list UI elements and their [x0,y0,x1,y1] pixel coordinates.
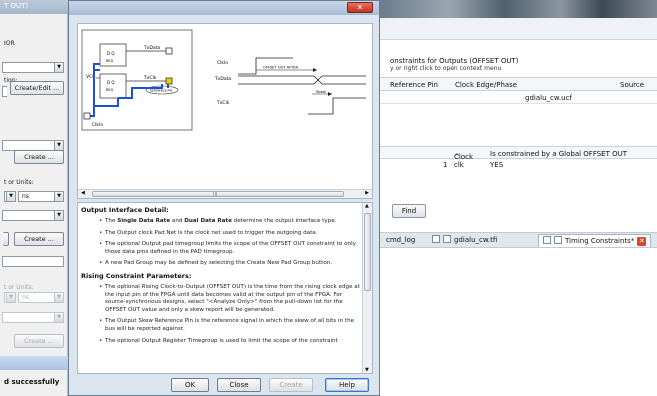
txdata-pin-label: TxData [143,45,160,51]
reg-label: REG [106,88,114,92]
svg-text:D Q: D Q [107,80,115,85]
close-icon[interactable]: ✕ [637,237,647,246]
field-label: IOR [4,40,15,47]
dialog-title-bar: ✕ [69,1,379,15]
wave-txdata-label: TxData [214,76,231,82]
offset-out-row[interactable]: gdialu_cw.ucf [380,91,657,104]
find-button[interactable]: Find [392,204,426,218]
wizard-panel: T OUT) IOR ▼ tion: Create/Edit ... ▼ Cre… [0,0,68,396]
pad-group-select[interactable] [2,86,7,97]
chevron-down-icon: ▼ [54,211,63,220]
chevron-down-icon: ▼ [54,63,63,72]
help-dialog: ✕ D Q REG D Q REG VCC TxData TxClk REFER… [68,0,380,396]
horizontal-scrollbar[interactable]: ◀ III ▶ [78,189,372,198]
close-button[interactable]: Close [217,378,261,392]
help-item: The optional Rising Clock-to-Output (OFF… [81,284,361,314]
close-icon[interactable]: ✕ [347,2,373,13]
create-button[interactable]: Create ... [14,232,64,246]
help-item: The Single Data Rate and Dual Data Rate … [81,218,361,226]
ide-title-bar [380,0,657,18]
global-offset-cell: YES [490,161,504,169]
help-item: The optional Output Register Timegroup i… [81,338,361,346]
chevron-down-icon: ▼ [54,313,63,322]
clock-cell: clk [454,161,464,169]
create-button[interactable]: Create ... [14,334,64,348]
falling-offset-select[interactable]: ▼ [4,292,16,303]
wave-clkin-label: ClkIn [217,60,228,66]
offset-out-table-body [380,104,657,144]
source-cell: gdialu_cw.ucf [525,94,572,102]
falling-skew-select[interactable]: ▼ [2,312,64,323]
clock-net-select[interactable]: ▼ [2,62,64,73]
partial-button[interactable] [3,232,9,246]
help-text-panel: Output Interface Detail: The Single Data… [77,202,373,374]
reference-pin-label: REFERENCE PIN [150,89,172,93]
status-highlight [0,356,68,370]
global-clock-table-body [380,171,657,201]
skew-pin-select[interactable]: ▼ [2,210,64,221]
status-message: d successfully [4,378,60,386]
timing-diagram: D Q REG D Q REG VCC TxData TxClk REFEREN… [81,29,366,131]
offset-out-title: onstraints for Outputs (OFFSET OUT) [390,57,519,65]
offset-out-subtitle: y or right click to open context menu [390,65,502,72]
chevron-down-icon: ▼ [6,293,15,302]
scroll-thumb[interactable]: III [92,191,344,198]
col-clock-edge-phase[interactable]: Clock Edge/Phase [455,81,517,89]
tab-gdialu-tfi[interactable]: gdialu_cw.tfi [428,234,501,247]
tab-cmd-log[interactable]: cmd_log [382,234,419,247]
wave-txclk-label: TxClk [216,100,230,106]
global-clock-table-header: Clock ^ Is constrained by a Global OFFSE… [380,146,657,161]
vertical-scrollbar[interactable]: ▲ ▼ [362,203,372,373]
section-title-rising-params: Rising Constraint Parameters: [81,271,192,280]
chevron-down-icon: ▼ [54,293,63,302]
ok-button[interactable]: OK [171,378,209,392]
col-source[interactable]: Source [620,81,644,89]
ide-lower-pane [380,248,657,396]
units-label: t or Units: [4,284,34,291]
scroll-left-icon[interactable]: ◀ [81,190,85,196]
chevron-down-icon: ▼ [54,141,63,150]
ide-toolbar [380,18,657,40]
timing-icon [554,236,562,244]
create-button[interactable]: Create [269,378,313,392]
create-edit-button[interactable]: Create/Edit ... [10,81,64,95]
help-item: The Output Skew Reference Pin is the ref… [81,318,361,333]
help-item: The optional Output pad timegroup limits… [81,241,361,256]
clkin-pin-label: ClkIn [92,122,103,128]
document-icon [432,235,440,243]
section-title-output-interface: Output Interface Detail: [81,206,169,214]
text-field[interactable] [2,256,64,267]
scroll-thumb[interactable] [364,213,371,291]
scroll-right-icon[interactable]: ▶ [365,190,369,196]
reg-label: REG [106,59,114,63]
offset-out-diagram: D Q REG D Q REG VCC TxData TxClk REFEREN… [77,23,373,199]
help-button[interactable]: Help [325,378,369,392]
offset-out-after-label: OFFSET OUT AFTER [263,66,299,70]
svg-text:D Q: D Q [107,51,115,56]
wizard-title-bar: T OUT) [0,0,68,14]
offset-out-table-header: Reference Pin Clock Edge/Phase Source [380,77,657,91]
col-global-offset[interactable]: Is constrained by a Global OFFSET OUT [490,150,627,158]
tab-timing-constraints[interactable]: Timing Constraints* ✕ [538,234,652,247]
help-item: The Output clock Pad Net is the clock ne… [81,230,361,238]
create-button[interactable]: Create ... [14,150,64,164]
col-reference-pin[interactable]: Reference Pin [390,81,438,89]
skew-label: Skew [316,89,326,94]
units-label: t or Units: [4,179,34,186]
offset-value-select[interactable]: ▼ [4,191,16,202]
help-item: A new Pad Group may be defined by select… [81,260,361,268]
units-select[interactable]: ns ▼ [18,191,64,202]
scroll-up-icon[interactable]: ▲ [365,203,369,209]
falling-units-select[interactable]: ns ▼ [18,292,64,303]
document-tabs: cmd_log gdialu_cw.tfi Timing Constraints… [380,232,657,248]
document-icon [543,236,551,244]
row-number: 1 [443,161,448,169]
txclk-pin-label: TxClk [143,75,157,81]
scroll-down-icon[interactable]: ▼ [365,367,369,373]
chevron-down-icon: ▼ [54,192,63,201]
chevron-down-icon: ▼ [6,192,15,201]
table-row[interactable]: 1 clk YES [380,159,657,171]
text-file-icon [443,235,451,243]
